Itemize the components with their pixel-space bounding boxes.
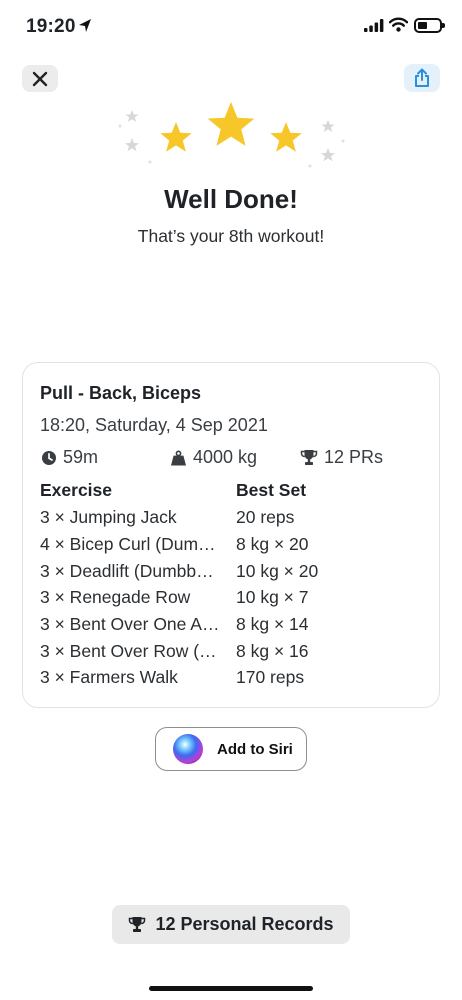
- prs-value: 12 PRs: [324, 447, 384, 467]
- star-icon: [160, 122, 192, 152]
- personal-records-label: 12 Personal Records: [155, 914, 334, 934]
- share-button[interactable]: [404, 64, 440, 92]
- add-to-siri-label: Add to Siri: [217, 740, 293, 758]
- page-title: Well Done!: [164, 184, 298, 214]
- sparkle-star-icon: [125, 110, 139, 122]
- exercise-name: 3 × Bent Over Row (…: [40, 641, 217, 661]
- workout-datetime: 18:20, Saturday, 4 Sep 2021: [40, 415, 268, 435]
- duration-value: 59m: [63, 447, 99, 467]
- volume-stat: 4000 kg: [170, 447, 257, 468]
- star-icon: [207, 102, 255, 146]
- prs-stat: 12 PRs: [300, 447, 383, 468]
- trophy-icon: [129, 917, 146, 932]
- weight-icon: [171, 450, 186, 465]
- share-icon: [415, 68, 429, 87]
- close-button[interactable]: [22, 65, 58, 92]
- sparkle-star-icon: [125, 138, 139, 152]
- best-set-column-header: Best Set: [236, 480, 307, 500]
- exercise-best-set: 8 kg × 16: [236, 641, 309, 661]
- exercise-name: 4 × Bicep Curl (Dum…: [40, 534, 216, 554]
- exercise-best-set: 170 reps: [236, 667, 305, 687]
- exercise-best-set: 10 kg × 20: [236, 561, 319, 581]
- battery-icon: [414, 18, 445, 33]
- cellular-signal-icon: [364, 19, 384, 32]
- star-icon: [270, 122, 302, 152]
- close-icon: [32, 71, 48, 86]
- trophy-icon: [300, 450, 318, 465]
- location-arrow-icon: [79, 19, 91, 32]
- personal-records-button[interactable]: 12 Personal Records: [112, 905, 350, 944]
- exercise-name: 3 × Bent Over One A…: [40, 614, 220, 634]
- status-time: 19:20: [26, 16, 76, 37]
- home-indicator[interactable]: [149, 986, 313, 991]
- exercise-column-header: Exercise: [40, 480, 113, 500]
- sparkle-star-icon: [321, 148, 335, 162]
- volume-value: 4000 kg: [193, 447, 258, 467]
- exercise-best-set: 10 kg × 7: [236, 587, 309, 607]
- exercise-name: 3 × Farmers Walk: [40, 667, 178, 687]
- rating-stars: [118, 102, 345, 168]
- add-to-siri-button[interactable]: Add to Siri: [155, 727, 307, 771]
- exercise-best-set: 20 reps: [236, 507, 295, 527]
- clock-icon: [42, 450, 56, 465]
- exercise-name: 3 × Jumping Jack: [40, 507, 177, 527]
- page-subtitle: That’s your 8th workout!: [137, 226, 325, 246]
- exercise-best-set: 8 kg × 20: [236, 534, 309, 554]
- duration-stat: 59m: [41, 447, 98, 468]
- wifi-icon: [389, 17, 408, 32]
- workout-name: Pull - Back, Biceps: [40, 383, 202, 403]
- sparkle-star-icon: [321, 120, 335, 132]
- siri-icon: [173, 734, 203, 764]
- exercise-name: 3 × Renegade Row: [40, 587, 191, 607]
- exercise-best-set: 8 kg × 14: [236, 614, 309, 634]
- exercise-name: 3 × Deadlift (Dumbb…: [40, 561, 214, 581]
